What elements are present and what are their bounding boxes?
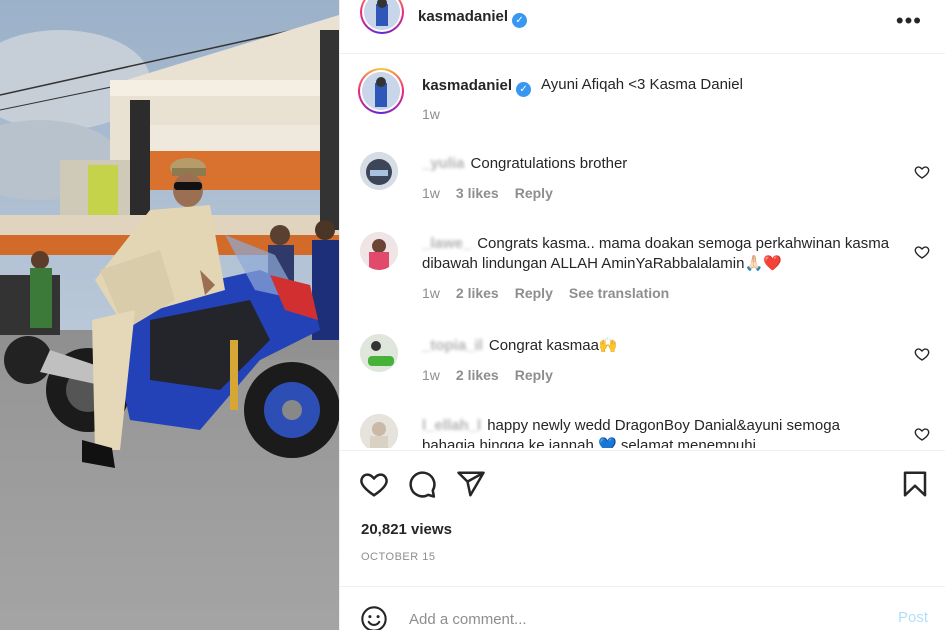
comment-like-heart-icon[interactable]	[914, 164, 930, 180]
comment-text: happy newly wedd DragonBoy Danial&ayuni …	[422, 417, 840, 448]
comment-meta: 1w 2 likes Reply See translation	[422, 285, 685, 301]
comment-text: Congrats kasma.. mama doakan semoga perk…	[422, 235, 890, 272]
comment-body: _lawe_ Congrats kasma.. mama doakan semog…	[422, 234, 892, 274]
post-panel: kasmadaniel ✓ ••• kasmadaniel ✓ Ayuni Afiq…	[339, 0, 945, 630]
more-options-icon[interactable]: •••	[896, 8, 922, 34]
post-header: kasmadaniel ✓ •••	[340, 0, 945, 54]
caption-username-row[interactable]: kasmadaniel ✓	[422, 77, 532, 97]
comment-text: Congrat kasmaa🙌	[488, 337, 618, 354]
comment-meta: 1w 2 likes Reply	[422, 367, 569, 383]
avatar-image	[364, 0, 400, 30]
comment-like-heart-icon[interactable]	[914, 346, 930, 362]
comment-time[interactable]: 1w	[422, 285, 440, 301]
comment-username[interactable]: _lawe_	[422, 235, 471, 252]
post-date[interactable]: OCTOBER 15	[361, 551, 436, 563]
post-media[interactable]	[0, 0, 339, 630]
comment-username[interactable]: l_ellah_l	[422, 417, 481, 434]
bookmark-icon[interactable]	[900, 469, 930, 499]
comment-body: l_ellah_l happy newly wedd DragonBoy Dani…	[422, 416, 892, 448]
post-actions: 20,821 views OCTOBER 15	[340, 450, 945, 586]
comment-like-heart-icon[interactable]	[914, 244, 930, 260]
avatar-image	[360, 414, 398, 448]
reply-button[interactable]: Reply	[515, 185, 553, 201]
avatar-image	[360, 334, 398, 372]
comment-body: _yulia Congratulations brother	[422, 154, 892, 174]
comment-likes[interactable]: 2 likes	[456, 367, 499, 383]
avatar-image	[360, 232, 398, 270]
post-button[interactable]: Post	[898, 609, 928, 626]
caption-avatar[interactable]	[358, 68, 404, 114]
comment-text: Congratulations brother	[470, 155, 628, 172]
comment-username[interactable]: _topia_il	[422, 337, 483, 354]
comment-avatar[interactable]	[360, 414, 398, 448]
header-username[interactable]: kasmadaniel	[418, 8, 508, 25]
share-icon[interactable]	[456, 469, 486, 499]
caption-time[interactable]: 1w	[422, 106, 440, 122]
avatar-image	[360, 152, 398, 190]
comment-avatar[interactable]	[360, 232, 398, 270]
comment-likes[interactable]: 3 likes	[456, 185, 499, 201]
see-translation-button[interactable]: See translation	[569, 285, 669, 301]
header-avatar[interactable]	[360, 0, 404, 34]
reply-button[interactable]: Reply	[515, 367, 553, 383]
header-username-row[interactable]: kasmadaniel ✓	[418, 8, 528, 28]
comment-avatar[interactable]	[360, 334, 398, 372]
caption-username[interactable]: kasmadaniel	[422, 77, 512, 94]
add-comment-input[interactable]	[409, 607, 869, 630]
comment-icon[interactable]	[407, 469, 437, 499]
comment-meta: 1w 3 likes Reply	[422, 185, 569, 201]
comment-body: _topia_il Congrat kasmaa🙌	[422, 336, 892, 356]
comment-like-heart-icon[interactable]	[914, 426, 930, 442]
emoji-icon[interactable]	[360, 605, 388, 630]
verified-icon: ✓	[516, 82, 532, 97]
post-photo	[0, 0, 339, 630]
comment-avatar[interactable]	[360, 152, 398, 190]
comments-list[interactable]: _yulia Congratulations brother 1w 3 likes R…	[340, 140, 945, 448]
heart-icon[interactable]	[359, 469, 389, 499]
comment-likes[interactable]: 2 likes	[456, 285, 499, 301]
avatar-image	[362, 72, 400, 110]
views-count[interactable]: 20,821 views	[361, 521, 452, 538]
reply-button[interactable]: Reply	[515, 285, 553, 301]
comment-username[interactable]: _yulia	[422, 155, 465, 172]
verified-icon: ✓	[512, 13, 528, 28]
add-comment-bar: Post	[340, 586, 945, 630]
caption-text: Ayuni Afiqah <3 Kasma Daniel	[541, 76, 743, 93]
comment-time[interactable]: 1w	[422, 185, 440, 201]
comment-time[interactable]: 1w	[422, 367, 440, 383]
